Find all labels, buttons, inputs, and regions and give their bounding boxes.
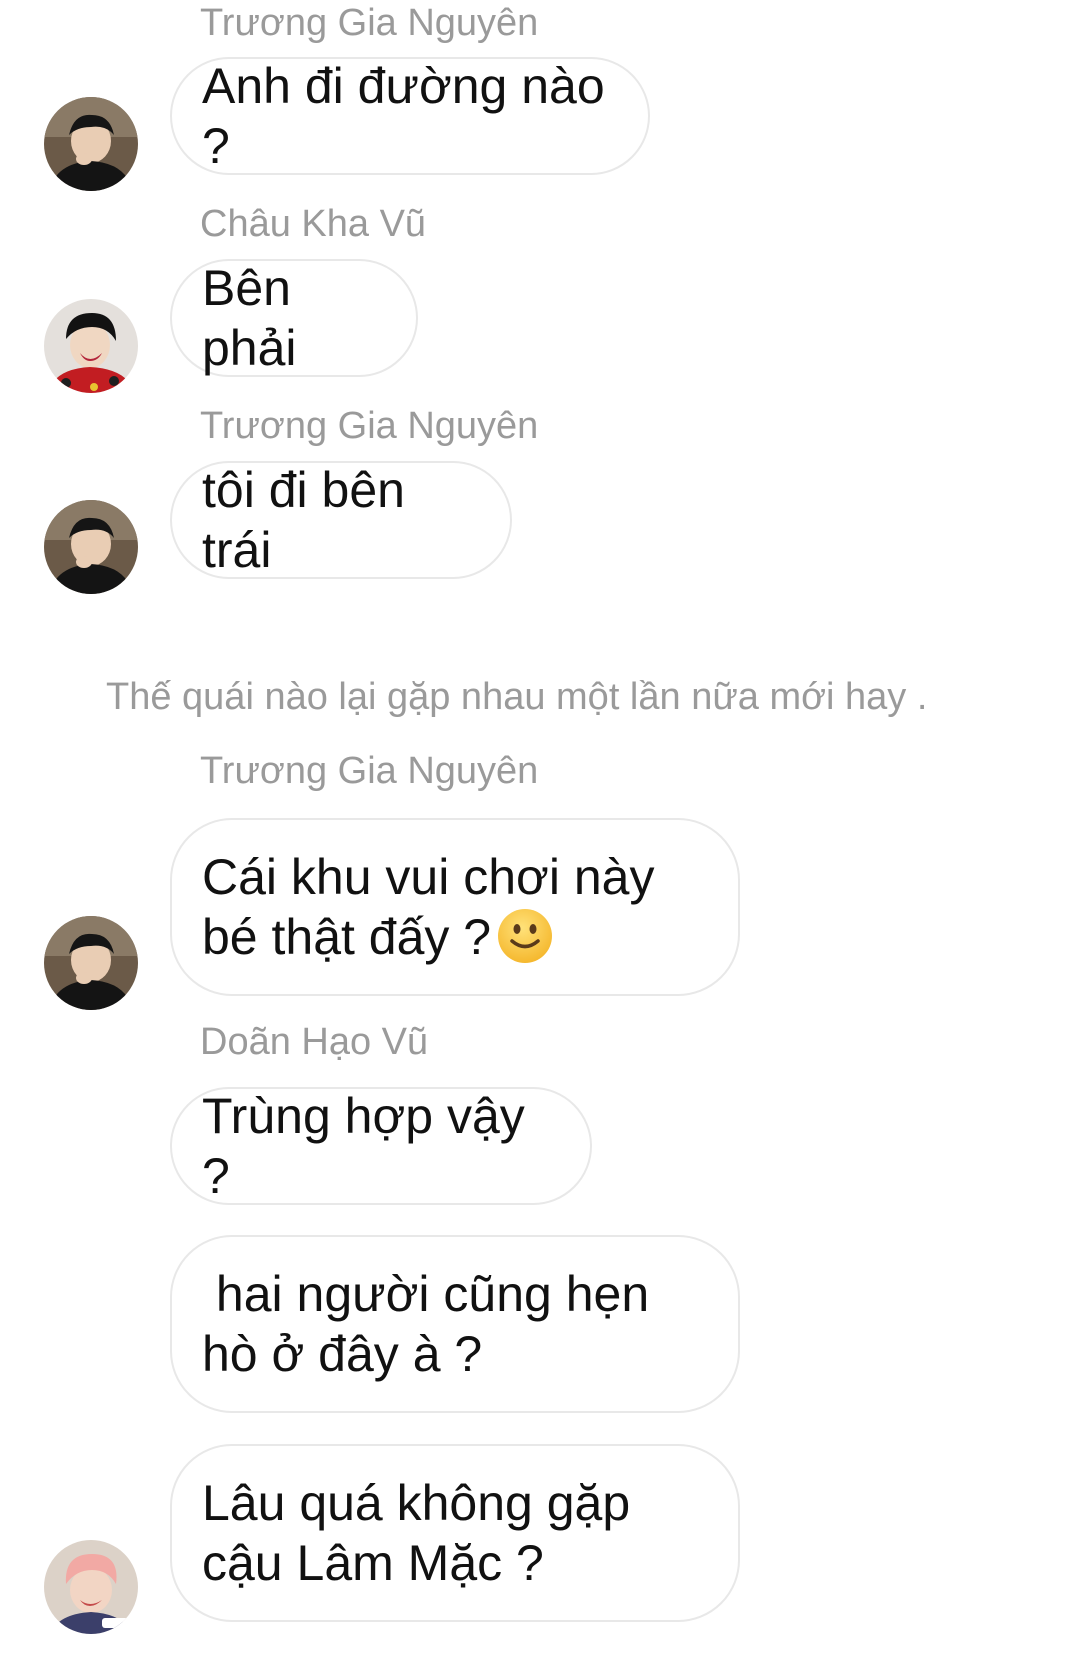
message-text: tôi đi bên trái bbox=[202, 462, 419, 578]
message-text: hai người cũng hẹn hò ở đây à ? bbox=[202, 1266, 650, 1382]
message-text: Lâu quá không gặp cậu Lâm Mặc ? bbox=[202, 1475, 631, 1591]
avatar[interactable] bbox=[44, 1540, 138, 1634]
slightly-smiling-face-icon bbox=[498, 909, 553, 963]
avatar[interactable] bbox=[44, 500, 138, 594]
message-bubble: Anh đi đường nào ? bbox=[170, 57, 650, 175]
sender-name: Trương Gia Nguyên bbox=[200, 405, 539, 447]
message-text: Trùng hợp vậy ? bbox=[202, 1088, 539, 1204]
sender-name: Trương Gia Nguyên bbox=[200, 750, 539, 792]
sender-name: Doãn Hạo Vũ bbox=[200, 1021, 429, 1063]
avatar[interactable] bbox=[44, 299, 138, 393]
avatar[interactable] bbox=[44, 916, 138, 1010]
message-bubble: Cái khu vui chơi này bé thật đấy ? bbox=[170, 818, 740, 996]
message-bubble: Lâu quá không gặp cậu Lâm Mặc ? bbox=[170, 1444, 740, 1622]
sender-name: Châu Kha Vũ bbox=[200, 203, 427, 245]
sender-name: Trương Gia Nguyên bbox=[200, 2, 539, 44]
message-text: Bên phải bbox=[202, 260, 305, 376]
message-bubble: tôi đi bên trái bbox=[170, 461, 512, 579]
avatar[interactable] bbox=[44, 97, 138, 191]
message-bubble: Bên phải bbox=[170, 259, 418, 377]
message-bubble: hai người cũng hẹn hò ở đây à ? bbox=[170, 1235, 740, 1413]
message-text: Anh đi đường nào ? bbox=[202, 58, 619, 174]
message-text: Cái khu vui chơi này bé thật đấy ? bbox=[202, 849, 655, 965]
message-bubble: Trùng hợp vậy ? bbox=[170, 1087, 592, 1205]
narration-text: Thế quái nào lại gặp nhau một lần nữa mớ… bbox=[106, 676, 928, 718]
